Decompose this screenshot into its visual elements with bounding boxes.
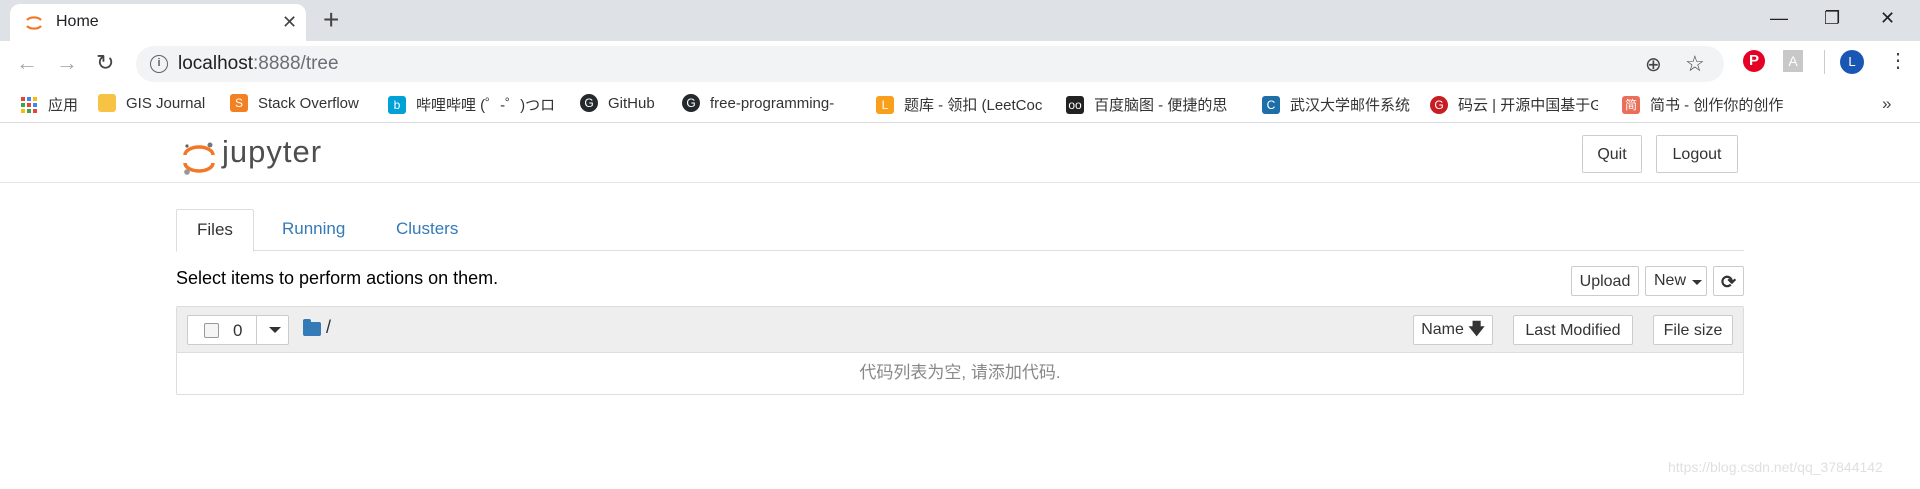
browser-tab-strip: Home ✕ + — ❐ ✕: [0, 0, 1920, 41]
bookmark-jianshu[interactable]: 简简书 - 创作你的创作: [1622, 94, 1783, 116]
bookmark-star-icon[interactable]: ☆: [1685, 51, 1705, 77]
tab-running[interactable]: Running: [262, 209, 365, 251]
sort-by-last-modified-button[interactable]: Last Modified: [1513, 315, 1633, 345]
folder-icon: [98, 94, 116, 113]
select-all-group: 0: [187, 315, 289, 345]
toolbar-divider: [1824, 50, 1825, 74]
new-dropdown-button[interactable]: New: [1645, 266, 1707, 296]
bookmark-label: Stack Overflow: [258, 94, 359, 112]
file-list: 0 / Name 🡇 Last Modified File size 代码列表为…: [176, 306, 1744, 395]
owl-icon: oo: [1066, 95, 1084, 114]
profile-avatar[interactable]: L: [1840, 50, 1864, 74]
bookmark-label: 简书 - 创作你的创作: [1650, 97, 1784, 114]
bookmark-apps[interactable]: 应用: [20, 94, 78, 116]
caret-down-icon: [1692, 280, 1702, 285]
jianshu-icon: 简: [1622, 95, 1640, 114]
refresh-button[interactable]: ⟳: [1713, 266, 1744, 296]
bookmark-whu-mail[interactable]: C 武汉大学邮件系统: [1262, 94, 1410, 116]
quit-button[interactable]: Quit: [1582, 135, 1642, 173]
stackoverflow-icon: S: [230, 94, 248, 113]
jupyter-logo[interactable]: jupyter: [180, 132, 330, 176]
tab-files[interactable]: Files: [176, 209, 254, 252]
url-host: localhost: [178, 53, 253, 74]
forward-icon[interactable]: →: [56, 51, 78, 75]
browser-menu-icon[interactable]: ⋮: [1888, 49, 1908, 73]
new-tab-icon[interactable]: +: [323, 5, 339, 35]
pdf-extension-icon[interactable]: A: [1783, 50, 1803, 72]
sort-arrow-down-icon: 🡇: [1468, 321, 1485, 338]
upload-button[interactable]: Upload: [1571, 266, 1639, 296]
jupyter-favicon-icon: [26, 16, 42, 30]
caret-down-icon: [269, 327, 281, 333]
select-all-checkbox[interactable]: [204, 323, 219, 338]
bookmark-bilibili[interactable]: b 哔哩哔哩 (゜-゜)つロ: [388, 94, 555, 116]
site-info-icon[interactable]: i: [150, 55, 168, 73]
leetcode-icon: L: [876, 95, 894, 114]
mail-icon: C: [1262, 95, 1280, 114]
pinterest-extension-icon[interactable]: P: [1743, 50, 1765, 72]
new-label: New: [1654, 272, 1687, 289]
bookmark-gitee[interactable]: G 码云 | 开源中国基于G: [1430, 94, 1598, 116]
bookmarks-overflow-icon[interactable]: »: [1882, 94, 1891, 114]
select-dropdown-button[interactable]: [256, 315, 291, 345]
bookmark-label: 码云 | 开源中国基于G: [1458, 97, 1598, 114]
sort-name-label: Name: [1421, 321, 1464, 338]
bookmark-github[interactable]: G GitHub: [580, 94, 655, 116]
sort-by-name-button[interactable]: Name 🡇: [1413, 315, 1493, 345]
url-path: :8888/tree: [253, 53, 339, 74]
bookmark-label: 武汉大学邮件系统: [1290, 97, 1411, 114]
bookmark-free-programming[interactable]: Gfree-programming-: [682, 94, 834, 116]
zoom-icon[interactable]: ⊕: [1645, 52, 1662, 77]
url-text[interactable]: localhost:8888/tree: [178, 53, 339, 75]
browser-toolbar: ← → ↻ i localhost:8888/tree ⊕ ☆ P A L ⋮: [0, 41, 1920, 87]
folder-icon[interactable]: [303, 319, 321, 336]
minimize-icon[interactable]: —: [1770, 7, 1788, 29]
bookmark-label: 应用: [48, 97, 79, 114]
restore-icon[interactable]: ❐: [1824, 7, 1840, 29]
address-bar[interactable]: i localhost:8888/tree ⊕ ☆: [136, 46, 1724, 82]
back-icon[interactable]: ←: [16, 51, 38, 75]
bookmark-label: 题库 - 领扣 (LeetCoc: [904, 97, 1043, 114]
gitee-icon: G: [1430, 95, 1448, 114]
reload-icon[interactable]: ↻: [96, 51, 114, 75]
bookmark-label: 百度脑图 - 便捷的思: [1094, 97, 1228, 114]
empty-list-message: 代码列表为空, 请添加代码.: [859, 363, 1061, 382]
tab-title: Home: [56, 13, 99, 30]
bookmark-label: 哔哩哔哩 (゜-゜)つロ: [416, 97, 556, 114]
logout-button[interactable]: Logout: [1656, 135, 1738, 173]
apps-icon: [20, 96, 38, 114]
tab-clusters[interactable]: Clusters: [376, 209, 478, 251]
jupyter-tabs: Files Running Clusters: [176, 209, 1744, 252]
jupyter-logo-icon: [183, 142, 215, 175]
watermark: https://blog.csdn.net/qq_37844142: [1668, 459, 1883, 475]
bookmark-stack-overflow[interactable]: S Stack Overflow: [230, 94, 359, 116]
breadcrumb-root[interactable]: /: [326, 317, 331, 338]
bookmark-gis-journal[interactable]: GIS Journal: [98, 94, 205, 116]
tab-close-icon[interactable]: ✕: [282, 12, 297, 32]
github-icon: G: [580, 94, 598, 113]
bookmarks-bar: 应用 GIS Journal S Stack Overflow b 哔哩哔哩 (゜-…: [0, 87, 1920, 123]
window-close-icon[interactable]: ✕: [1880, 7, 1895, 29]
jupyter-header: jupyter Quit Logout: [0, 124, 1920, 183]
bookmark-baidu-naotu[interactable]: oo 百度脑图 - 便捷的思: [1066, 94, 1227, 116]
sort-by-file-size-button[interactable]: File size: [1653, 315, 1733, 345]
file-list-header: 0 / Name 🡇 Last Modified File size: [177, 307, 1743, 353]
github-icon: G: [682, 94, 700, 113]
bookmark-label: free-programming-: [710, 94, 835, 112]
bookmark-label: GitHub: [608, 94, 655, 112]
jupyter-logo-text: jupyter: [222, 134, 323, 169]
bookmark-leetcode[interactable]: L 题库 - 领扣 (LeetCoc: [876, 94, 1042, 116]
bookmark-label: GIS Journal: [126, 94, 206, 112]
bilibili-icon: b: [388, 95, 406, 114]
instruction-text: Select items to perform actions on them.: [176, 268, 499, 288]
browser-tab-home[interactable]: Home ✕: [10, 4, 306, 41]
selected-count: 0: [233, 321, 243, 340]
